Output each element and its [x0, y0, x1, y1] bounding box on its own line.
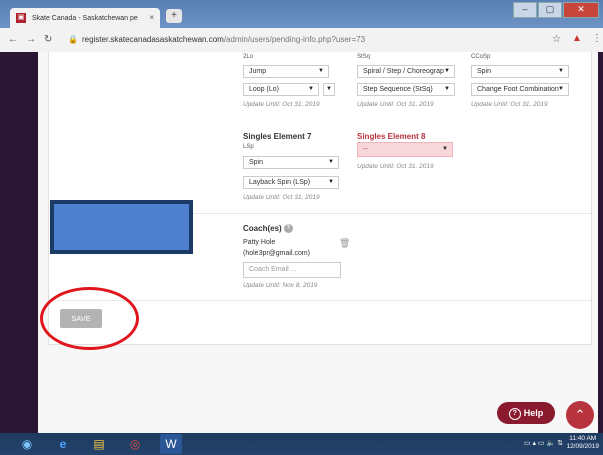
address-bar: ← → ↻ 🔒 register.skatecanadasaskatchewan.… [0, 28, 603, 53]
scroll-top-button[interactable]: ⌃ [566, 401, 594, 429]
url-path: /admin/users/pending-info.php?user=73 [223, 35, 366, 44]
browser-tab[interactable]: ▣ Skate Canada - Saskatchewan pe × [10, 8, 160, 28]
update-until: Update Until: Oct 31, 2019 [243, 101, 320, 108]
window-close-icon[interactable]: ✕ [563, 2, 599, 18]
element-7-type-select[interactable]: Spin ▼ [243, 156, 339, 169]
folder-icon[interactable]: ▤ [88, 434, 110, 454]
extension-icon[interactable]: ▲ [572, 33, 582, 44]
help-icon[interactable]: ? [283, 224, 293, 234]
lock-icon: 🔒 [68, 35, 78, 44]
ie-icon[interactable]: e [52, 434, 74, 454]
element-type-select[interactable]: Jump ▼ [243, 65, 329, 78]
browser-menu-icon[interactable]: ⋮ [592, 33, 602, 44]
element-8-title: Singles Element 8 [357, 132, 426, 141]
update-until: Update Until: Oct 31, 2019 [471, 101, 548, 108]
bookmark-star-icon[interactable]: ☆ [552, 34, 561, 45]
coach-email: (hole3pr@gmail.com) [243, 250, 311, 257]
element-8-select[interactable]: -- ▼ [357, 142, 453, 157]
url-domain: register.skatecanadasaskatchewan.com [81, 35, 224, 44]
update-until: Update Until: Nov 8, 2019 [243, 282, 318, 289]
clock[interactable]: 11:40 AM 12/09/2019 [566, 435, 599, 451]
element-code: 2Lo [243, 54, 254, 60]
url-field[interactable]: 🔒 register.skatecanadasaskatchewan.com/ad… [68, 32, 548, 48]
element-modifier-select[interactable]: ▼ [323, 83, 335, 96]
help-circle-icon: ? [508, 407, 521, 420]
element-select[interactable]: Step Sequence (StSq) ▼ [357, 83, 455, 96]
chrome-icon[interactable]: ◎ [124, 434, 146, 454]
element-7-select[interactable]: Layback Spin (LSp) ▼ [243, 176, 339, 189]
left-page-margin [0, 52, 38, 433]
new-tab-button[interactable]: + [166, 9, 182, 23]
back-arrow-icon[interactable]: ← [8, 34, 18, 45]
trash-icon[interactable]: 🗑 [339, 238, 350, 249]
element-type-select[interactable]: Spin ▼ [471, 65, 569, 78]
system-tray: ▭ ▴ ▭ 🔈 ⇅ [523, 440, 563, 447]
maximize-icon[interactable]: ▢ [538, 2, 562, 18]
redaction-box [50, 200, 193, 254]
right-page-margin [598, 52, 603, 433]
annotation-ring [40, 287, 139, 350]
element-code: LSp [243, 144, 254, 150]
coach-email-input[interactable]: Coach Email ... [243, 262, 341, 278]
element-code: CCoSp [471, 54, 491, 60]
reload-icon[interactable]: ↻ [44, 34, 52, 45]
window-controls: – ▢ ✕ [513, 2, 599, 18]
favicon-icon: ▣ [16, 13, 26, 23]
minimize-icon[interactable]: – [513, 2, 537, 18]
element-7-title: Singles Element 7 [243, 132, 312, 141]
word-icon[interactable]: W [160, 434, 182, 454]
help-button[interactable]: ? Help [497, 402, 555, 424]
update-until: Update Until: Oct 31, 2019 [357, 163, 434, 170]
tab-close-icon[interactable]: × [149, 13, 154, 22]
coach-title: Coach(es)? [243, 224, 293, 234]
coach-name: Patty Hole [243, 239, 276, 246]
element-type-select[interactable]: Spiral / Step / Choreograp ▼ [357, 65, 455, 78]
update-until: Update Until: Oct 31, 2019 [243, 194, 320, 201]
element-select[interactable]: Loop (Lo) ▼ [243, 83, 319, 96]
taskbar: ◉ e ▤ ◎ W ▭ ▴ ▭ 🔈 ⇅ 11:40 AM 12/09/2019 [0, 433, 603, 455]
start-button-icon[interactable]: ◉ [16, 434, 38, 454]
forward-arrow-icon[interactable]: → [26, 34, 36, 45]
element-code: StSq [357, 54, 371, 60]
tab-title: Skate Canada - Saskatchewan pe [31, 14, 138, 22]
browser-tab-bar: ▣ Skate Canada - Saskatchewan pe × + – ▢… [0, 0, 603, 28]
element-select[interactable]: Change Foot Combination ▼ [471, 83, 569, 96]
update-until: Update Until: Oct 31, 2019 [357, 101, 434, 108]
